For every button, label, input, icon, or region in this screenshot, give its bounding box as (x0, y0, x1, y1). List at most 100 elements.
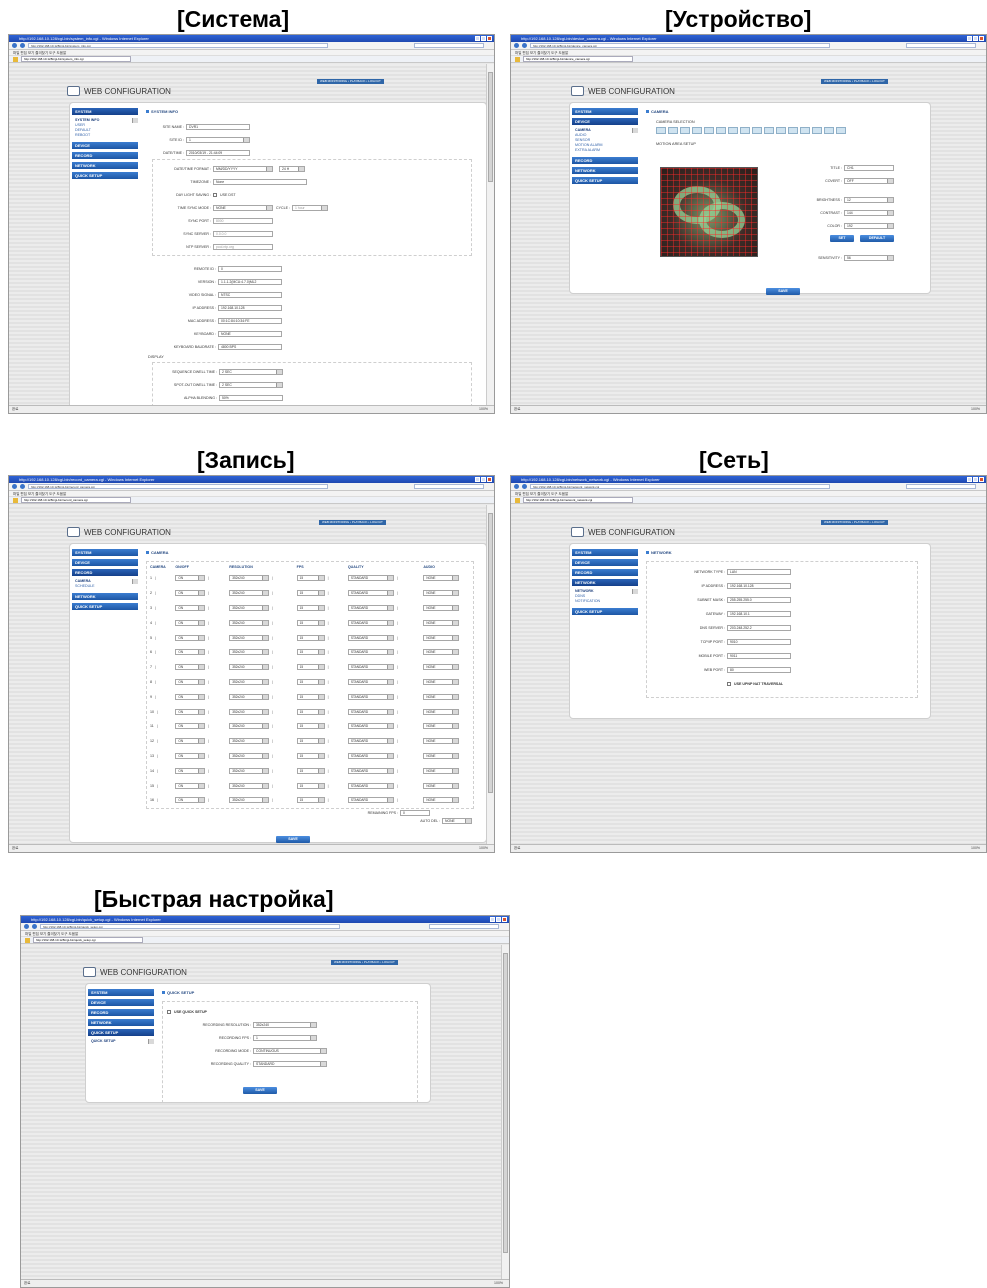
sidebar-item-device[interactable]: DEVICE (72, 142, 138, 149)
fps-select[interactable]: 15 (296, 693, 325, 700)
remote-id-field[interactable]: 0 (218, 265, 282, 272)
recording-quality-select[interactable]: STANDARD (253, 1060, 327, 1067)
camera-6-button[interactable] (716, 127, 726, 134)
onoff-select[interactable]: ON (175, 723, 206, 730)
top-nav[interactable]: WEB MONITORING • PLAYBACK • LOGOUT (821, 79, 888, 84)
maximize-button[interactable] (481, 36, 486, 41)
sidebar-item-quick-setup[interactable]: QUICK SETUP (72, 172, 138, 179)
audio-select[interactable]: NONE (423, 678, 460, 685)
camera-12-button[interactable] (788, 127, 798, 134)
audio-select[interactable]: NONE (423, 634, 460, 641)
maximize-button[interactable] (973, 477, 978, 482)
zoom-level[interactable]: 100% (971, 845, 980, 852)
quality-select[interactable]: STANDARD (347, 634, 394, 641)
onoff-select[interactable]: ON (175, 575, 206, 582)
sidebar-sub-camera[interactable]: CAMERA (72, 579, 138, 584)
spot-dwell-select[interactable]: 2 SEC (219, 381, 283, 388)
camera-10-button[interactable] (764, 127, 774, 134)
resolution-select[interactable]: 352x240 (229, 649, 270, 656)
set-button[interactable]: SET (830, 235, 854, 242)
sidebar-item-record[interactable]: RECORD (72, 569, 138, 576)
camera-16-button[interactable] (836, 127, 846, 134)
sync-mode-select[interactable]: NONE (213, 204, 273, 211)
address-bar[interactable]: http://192.168.10.128/cgi-bin/device_cam… (530, 43, 830, 48)
audio-select[interactable]: NONE (423, 664, 460, 671)
dns-field[interactable]: 203.248.252.2 (727, 625, 791, 631)
sync-port-field[interactable]: 8000 (213, 217, 273, 224)
top-nav[interactable]: WEB MONITORING • PLAYBACK • LOGOUT (319, 520, 386, 525)
fps-select[interactable]: 15 (296, 619, 325, 626)
audio-select[interactable]: NONE (423, 575, 460, 582)
sidebar-item-device[interactable]: DEVICE (572, 559, 638, 566)
quality-select[interactable]: STANDARD (347, 723, 394, 730)
sidebar-item-network[interactable]: NETWORK (572, 579, 638, 586)
address-bar[interactable]: http://192.168.10.128/cgi-bin/system_inf… (28, 43, 328, 48)
address-bar[interactable]: http://192.168.10.128/cgi-bin/network_ne… (530, 484, 830, 489)
quality-select[interactable]: STANDARD (347, 619, 394, 626)
resolution-select[interactable]: 352x240 (229, 634, 270, 641)
audio-select[interactable]: NONE (423, 693, 460, 700)
fps-select[interactable]: 15 (296, 797, 325, 804)
address-bar[interactable]: http://192.168.10.128/cgi-bin/record_cam… (28, 484, 328, 489)
fps-select[interactable]: 15 (296, 752, 325, 759)
quality-select[interactable]: STANDARD (347, 708, 394, 715)
contrast-select[interactable]: 144 (844, 209, 894, 216)
sidebar-item-device[interactable]: DEVICE (88, 999, 154, 1006)
zoom-level[interactable]: 100% (971, 406, 980, 413)
close-button[interactable] (979, 36, 984, 41)
resolution-select[interactable]: 352x240 (229, 604, 270, 611)
camera-3-button[interactable] (680, 127, 690, 134)
close-button[interactable] (979, 477, 984, 482)
camera-5-button[interactable] (704, 127, 714, 134)
audio-select[interactable]: NONE (423, 604, 460, 611)
camera-selector[interactable] (656, 127, 924, 134)
browser-tab[interactable]: http://192.168.10.128/cgi-bin/quick_setu… (33, 937, 143, 943)
scrollbar-thumb[interactable] (488, 513, 493, 793)
forward-icon[interactable] (32, 924, 37, 929)
forward-icon[interactable] (20, 43, 25, 48)
tcp-port-field[interactable]: 9010 (727, 639, 791, 645)
sidebar-item-system[interactable]: SYSTEM (572, 108, 638, 115)
sidebar-item-network[interactable]: NETWORK (72, 593, 138, 600)
search-input[interactable] (414, 484, 484, 489)
onoff-select[interactable]: ON (175, 797, 206, 804)
sidebar-item-device[interactable]: DEVICE (572, 118, 638, 125)
camera-14-button[interactable] (812, 127, 822, 134)
fps-select[interactable]: 15 (296, 708, 325, 715)
quality-select[interactable]: STANDARD (347, 738, 394, 745)
upnp-checkbox[interactable] (727, 682, 731, 686)
sync-server-field[interactable]: 0.0.0.0 (213, 230, 273, 237)
sidebar-item-quick-setup[interactable]: QUICK SETUP (572, 177, 638, 184)
camera-2-button[interactable] (668, 127, 678, 134)
sidebar-item-system[interactable]: SYSTEM (72, 108, 138, 115)
brightness-select[interactable]: 12 (844, 196, 894, 203)
quality-select[interactable]: STANDARD (347, 782, 394, 789)
quality-select[interactable]: STANDARD (347, 678, 394, 685)
zoom-level[interactable]: 100% (494, 1280, 503, 1287)
favorites-star-icon[interactable] (25, 937, 30, 943)
sidebar-sub-notification[interactable]: NOTIFICATION (572, 599, 638, 604)
onoff-select[interactable]: ON (175, 693, 206, 700)
quality-select[interactable]: STANDARD (347, 752, 394, 759)
audio-select[interactable]: NONE (423, 723, 460, 730)
quality-select[interactable]: STANDARD (347, 604, 394, 611)
sidebar-item-device[interactable]: DEVICE (72, 559, 138, 566)
sidebar-item-system[interactable]: SYSTEM (572, 549, 638, 556)
fps-select[interactable]: 15 (296, 604, 325, 611)
fps-select[interactable]: 15 (296, 590, 325, 597)
browser-tab[interactable]: http://192.168.10.128/cgi-bin/record_cam… (21, 497, 131, 503)
minimize-button[interactable] (475, 36, 480, 41)
resolution-select[interactable]: 352x240 (229, 664, 270, 671)
date-format-select[interactable]: MM/DD/YYYY (213, 165, 273, 172)
resolution-select[interactable]: 352x240 (229, 738, 270, 745)
onoff-select[interactable]: ON (175, 619, 206, 626)
address-bar[interactable]: http://192.168.10.128/cgi-bin/quick_setu… (40, 924, 340, 929)
resolution-select[interactable]: 352x240 (229, 678, 270, 685)
audio-select[interactable]: NONE (423, 782, 460, 789)
onoff-select[interactable]: ON (175, 738, 206, 745)
fps-select[interactable]: 15 (296, 664, 325, 671)
onoff-select[interactable]: ON (175, 678, 206, 685)
camera-15-button[interactable] (824, 127, 834, 134)
resolution-select[interactable]: 352x240 (229, 590, 270, 597)
close-button[interactable] (502, 917, 507, 922)
